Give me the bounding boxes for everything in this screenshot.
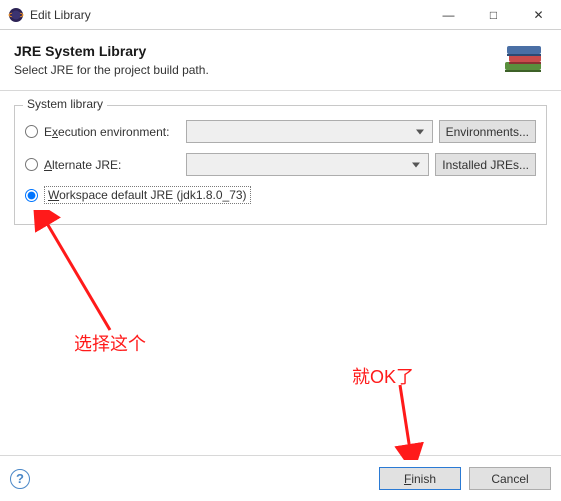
radio-exec-env-input[interactable] — [25, 125, 38, 138]
finish-button[interactable]: Finish — [379, 467, 461, 490]
page-title: JRE System Library — [14, 43, 499, 59]
dialog-footer: ? Finish Cancel — [0, 455, 561, 501]
radio-execution-environment[interactable]: Execution environment: — [25, 125, 180, 139]
radio-workspace-default-input[interactable] — [25, 189, 38, 202]
maximize-button[interactable]: □ — [471, 0, 516, 29]
radio-workspace-default[interactable]: Workspace default JRE (jdk1.8.0_73) — [25, 186, 251, 204]
radio-alt-jre-input[interactable] — [25, 158, 38, 171]
radio-alternate-jre[interactable]: Alternate JRE: — [25, 158, 180, 172]
environments-button[interactable]: Environments... — [439, 120, 536, 143]
annotation-select-this: 选择这个 — [74, 330, 146, 356]
window-title: Edit Library — [30, 8, 426, 22]
installed-jres-button[interactable]: Installed JREs... — [435, 153, 536, 176]
page-subtitle: Select JRE for the project build path. — [14, 63, 499, 77]
eclipse-icon — [8, 7, 24, 23]
close-button[interactable]: ✕ — [516, 0, 561, 29]
minimize-button[interactable]: — — [426, 0, 471, 29]
library-books-icon — [499, 40, 547, 80]
titlebar: Edit Library — □ ✕ — [0, 0, 561, 30]
arrow-annotation-2-icon — [385, 380, 445, 460]
cancel-button[interactable]: Cancel — [469, 467, 551, 490]
dialog-header: JRE System Library Select JRE for the pr… — [0, 30, 561, 91]
group-legend: System library — [23, 97, 107, 111]
alt-jre-combo[interactable] — [186, 153, 429, 176]
system-library-group: System library Execution environment: En… — [14, 105, 547, 225]
help-icon[interactable]: ? — [10, 469, 30, 489]
annotation-then-ok: 就OK了 — [352, 363, 414, 389]
exec-env-combo[interactable] — [186, 120, 433, 143]
